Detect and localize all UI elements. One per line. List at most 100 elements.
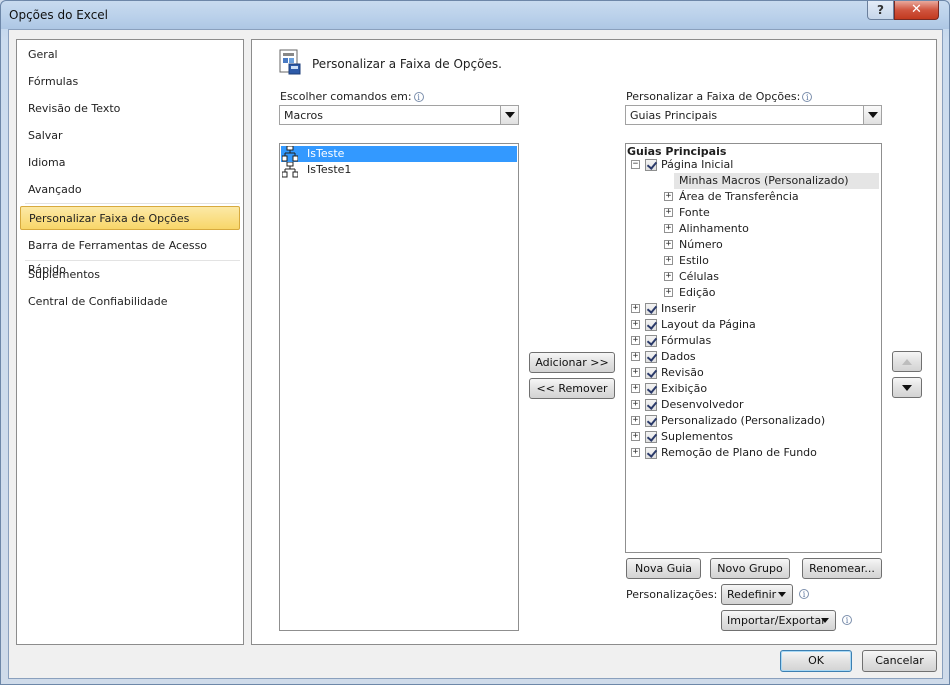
customize-ribbon-dropdown[interactable]: Guias Principais [625,105,882,125]
tree-item-group[interactable]: + Edição [664,285,879,301]
info-icon[interactable]: i [802,92,813,102]
tree-item-group[interactable]: + Fonte [664,205,879,221]
commands-list[interactable]: IsTeste IsTeste1 [279,143,519,631]
tree-item-label: Desenvolvedor [661,398,744,411]
checkbox[interactable] [645,431,657,443]
expand-icon[interactable]: + [631,304,640,313]
expand-icon[interactable]: + [664,272,673,281]
move-up-button[interactable] [892,351,922,372]
tree-item-label: Página Inicial [661,158,734,171]
tree-item-tab[interactable]: + Exibição [626,381,879,397]
choose-commands-label-text: Escolher comandos em: [280,90,412,103]
expand-icon[interactable]: + [631,448,640,457]
info-icon[interactable]: i [842,615,852,625]
list-item[interactable]: IsTeste [281,146,517,162]
reset-dropdown[interactable]: Redefinir [721,584,793,605]
checkbox[interactable] [645,367,657,379]
tree-item-tab[interactable]: + Revisão [626,365,879,381]
move-down-button[interactable] [892,377,922,398]
chevron-down-icon[interactable] [500,106,518,124]
customize-ribbon-value: Guias Principais [630,109,718,122]
nav-item-barra-acesso-rapido[interactable]: Barra de Ferramentas de Acesso Rápido [20,234,240,276]
tree-item-group[interactable]: + Alinhamento [664,221,879,237]
expand-icon[interactable]: + [631,416,640,425]
expand-icon[interactable]: + [664,256,673,265]
tree-item-label: Revisão [661,366,704,379]
checkbox[interactable] [645,319,657,331]
nav-item-formulas[interactable]: Fórmulas [20,70,240,94]
checkbox[interactable] [645,303,657,315]
nav-item-personalizar-faixa[interactable]: Personalizar Faixa de Opções [20,206,240,230]
tree-item-group[interactable]: + Células [664,269,879,285]
expand-icon[interactable]: + [631,432,640,441]
tree-item-tab[interactable]: + Remoção de Plano de Fundo [626,445,879,461]
cancel-button[interactable]: Cancelar [862,650,937,672]
expand-icon[interactable]: + [631,336,640,345]
expand-icon[interactable]: + [664,288,673,297]
checkbox[interactable] [645,335,657,347]
tree-item-tab[interactable]: + Dados [626,349,879,365]
remove-button[interactable]: << Remover [529,378,615,399]
tree-item-pagina-inicial[interactable]: − Página Inicial [626,157,879,173]
ok-button[interactable]: OK [780,650,852,672]
expand-icon[interactable]: + [631,400,640,409]
new-tab-button[interactable]: Nova Guia [626,558,701,579]
expand-icon[interactable]: + [664,208,673,217]
tree-item-tab[interactable]: + Layout da Página [626,317,879,333]
tree-item-label: Fonte [679,206,710,219]
chevron-down-icon[interactable] [863,106,881,124]
nav-item-salvar[interactable]: Salvar [20,124,240,148]
tree-item-label: Número [679,238,723,251]
expand-icon[interactable]: + [631,320,640,329]
help-button[interactable]: ? [867,1,894,20]
nav-item-central-confiabilidade[interactable]: Central de Confiabilidade [20,290,240,314]
customize-ribbon-panel: Personalizar a Faixa de Opções. Escolher… [251,39,937,645]
tree-item-group[interactable]: + Número [664,237,879,253]
nav-item-revisao-texto[interactable]: Revisão de Texto [20,97,240,121]
expand-icon[interactable]: + [664,224,673,233]
tree-item-tab[interactable]: + Inserir [626,301,879,317]
tree-item-tab[interactable]: + Personalizado (Personalizado) [626,413,879,429]
command-label: IsTeste [307,147,345,160]
ribbon-tree[interactable]: Guias Principais − Página Inicial Minhas… [625,143,882,553]
tree-item-label: Estilo [679,254,709,267]
tree-item-tab[interactable]: + Desenvolvedor [626,397,879,413]
import-export-dropdown[interactable]: Importar/Exportar [721,610,836,631]
expand-icon[interactable]: + [631,352,640,361]
rename-button[interactable]: Renomear... [802,558,882,579]
add-button[interactable]: Adicionar >> [529,352,615,373]
checkbox[interactable] [645,447,657,459]
close-button[interactable]: ✕ [894,1,939,20]
tree-item-label: Dados [661,350,696,363]
expand-icon[interactable]: + [631,368,640,377]
tree-item-tab[interactable]: + Suplementos [626,429,879,445]
nav-item-idioma[interactable]: Idioma [20,151,240,175]
checkbox[interactable] [645,351,657,363]
checkbox[interactable] [645,415,657,427]
info-icon[interactable]: i [799,589,809,599]
tree-item-label: Células [679,270,720,283]
choose-commands-value: Macros [284,109,324,122]
customize-ribbon-icon [279,49,301,75]
nav-item-avancado[interactable]: Avançado [20,178,240,202]
expand-icon[interactable]: + [664,192,673,201]
tree-item-tab[interactable]: + Fórmulas [626,333,879,349]
list-item[interactable]: IsTeste1 [281,162,517,178]
tree-item-label: Inserir [661,302,696,315]
expand-icon[interactable]: + [631,384,640,393]
expand-icon[interactable]: + [664,240,673,249]
nav-item-geral[interactable]: Geral [20,43,240,67]
nav-item-suplementos[interactable]: Suplementos [20,263,240,287]
tree-item-group[interactable]: + Área de Transferência [664,189,879,205]
nav-separator [25,260,240,261]
collapse-icon[interactable]: − [631,160,640,169]
checkbox[interactable] [645,159,657,171]
info-icon[interactable]: i [413,92,424,102]
choose-commands-dropdown[interactable]: Macros [279,105,519,125]
tree-item-group[interactable]: + Estilo [664,253,879,269]
new-group-button[interactable]: Novo Grupo [710,558,790,579]
checkbox[interactable] [645,399,657,411]
checkbox[interactable] [645,383,657,395]
tree-item-minhas-macros[interactable]: Minhas Macros (Personalizado) [674,173,879,189]
customize-ribbon-label: Personalizar a Faixa de Opções: i [626,90,813,103]
